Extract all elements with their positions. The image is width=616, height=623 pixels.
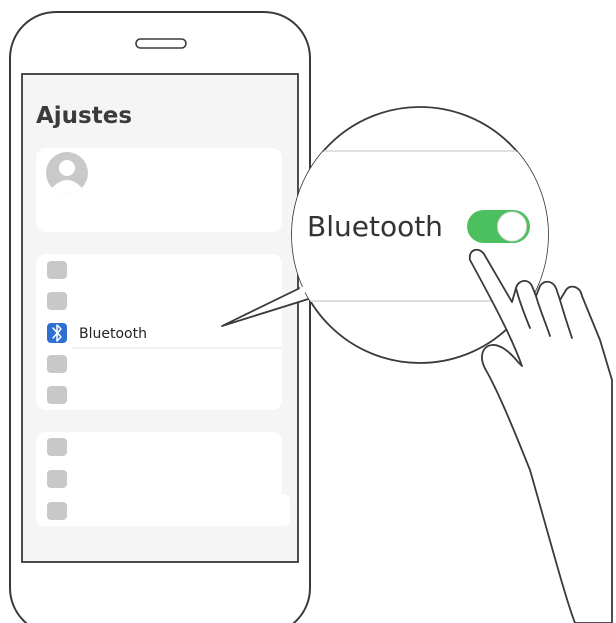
bluetooth-row-label: Bluetooth [79, 326, 147, 342]
settings-group-2-tail [36, 494, 290, 526]
bluetooth-toggle[interactable] [467, 210, 530, 243]
setting-row-7-icon[interactable] [47, 470, 67, 488]
toggle-knob [497, 211, 527, 242]
phone-speaker [135, 38, 187, 49]
setting-row-5-icon[interactable] [47, 386, 67, 404]
setting-row-2-icon[interactable] [47, 292, 67, 310]
phone: Ajustes Bluetooth [9, 11, 311, 623]
settings-title: Ajustes [36, 103, 132, 129]
zoom-bluetooth-label: Bluetooth [307, 210, 443, 243]
bluetooth-settings-row[interactable]: Bluetooth [36, 318, 282, 349]
setting-row-8-icon[interactable] [47, 502, 67, 520]
bluetooth-settings-illustration: Ajustes Bluetooth Bluetooth [9, 11, 613, 623]
setting-row-6-icon[interactable] [47, 438, 67, 456]
setting-row-4-icon[interactable] [47, 355, 67, 373]
setting-row-1-icon[interactable] [47, 261, 67, 279]
user-avatar-icon [46, 152, 88, 194]
